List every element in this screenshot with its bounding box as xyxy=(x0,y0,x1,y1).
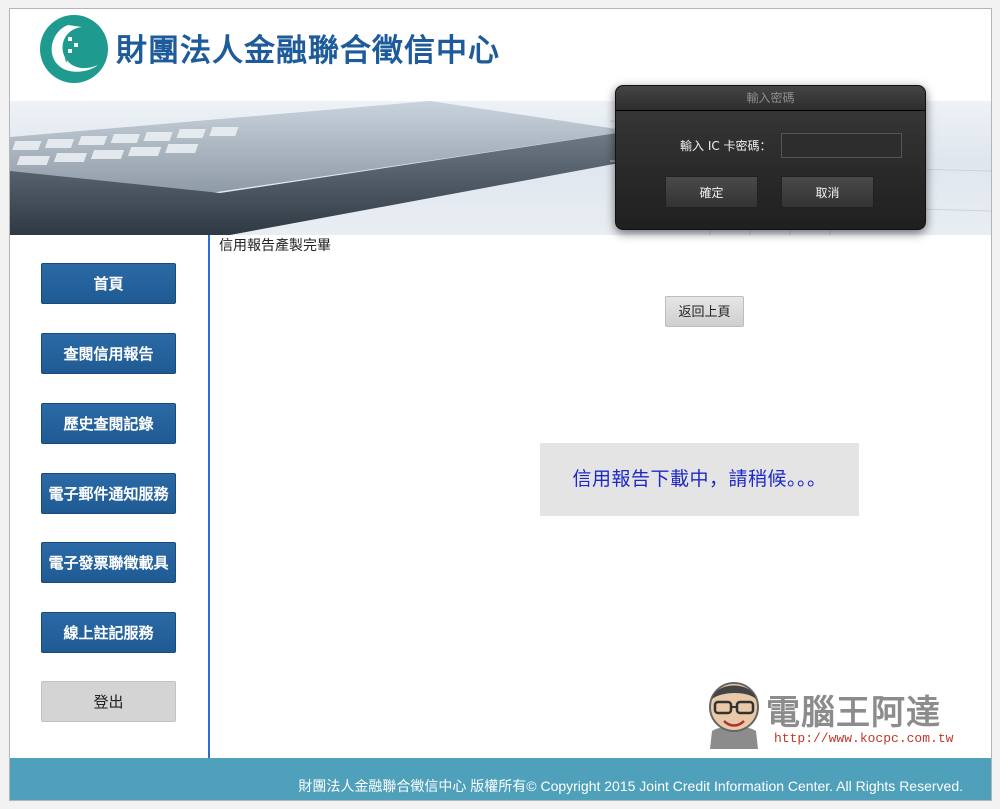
sidebar: 首頁 查閱信用報告 歷史查閱記錄 電子郵件通知服務 電子發票聯徵載具 線上註記服… xyxy=(10,235,210,758)
watermark-url: http://www.kocpc.com.tw xyxy=(774,731,954,746)
loading-message-box: 信用報告下載中，請稍候。。。 xyxy=(540,443,859,516)
ic-card-password-input[interactable] xyxy=(781,133,902,158)
sidebar-item-home[interactable]: 首頁 xyxy=(41,263,176,304)
page-status-title: 信用報告產製完畢 xyxy=(219,238,331,254)
site-title: 財團法人金融聯合徵信中心 xyxy=(116,33,500,69)
copyright-text: 財團法人金融聯合徵信中心 版權所有© Copyright 2015 Joint … xyxy=(298,778,963,794)
sidebar-item-email-notification[interactable]: 電子郵件通知服務 xyxy=(41,473,176,514)
footer: 財團法人金融聯合徵信中心 版權所有© Copyright 2015 Joint … xyxy=(10,758,991,800)
password-dialog: 輸入密碼 輸入 IC 卡密碼： 確定 取消 xyxy=(615,85,926,230)
mascot-face-icon xyxy=(709,682,759,749)
sidebar-item-history[interactable]: 歷史查閱記錄 xyxy=(41,403,176,444)
ic-card-password-label: 輸入 IC 卡密碼： xyxy=(680,139,772,153)
page-frame: 財團法人金融聯合徵信中心 輸入密碼 輸入 IC 卡密碼： 確定 取消 首頁 查閱… xyxy=(9,8,992,801)
cancel-button[interactable]: 取消 xyxy=(781,176,874,208)
loading-message: 信用報告下載中，請稍候。。。 xyxy=(572,468,827,490)
confirm-button[interactable]: 確定 xyxy=(665,176,758,208)
sidebar-item-online-notation[interactable]: 線上註記服務 xyxy=(41,612,176,653)
watermark: 電腦王阿達 http://www.kocpc.com.tw xyxy=(698,673,968,753)
logout-button[interactable]: 登出 xyxy=(41,681,176,722)
watermark-title: 電腦王阿達 xyxy=(766,693,941,733)
sidebar-item-e-invoice-carrier[interactable]: 電子發票聯徵載具 xyxy=(41,542,176,583)
back-button[interactable]: 返回上頁 xyxy=(665,296,744,327)
sidebar-item-view-credit-report[interactable]: 查閱信用報告 xyxy=(41,333,176,374)
password-dialog-title: 輸入密碼 xyxy=(616,86,925,111)
jcic-logo-icon xyxy=(40,15,108,83)
